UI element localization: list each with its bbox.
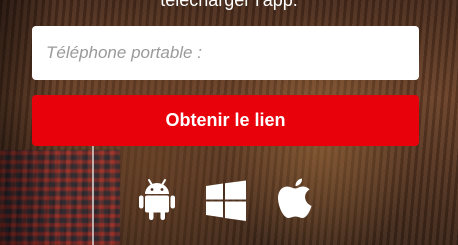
platform-links <box>0 178 458 222</box>
windows-icon[interactable] <box>205 180 247 224</box>
apple-icon[interactable] <box>276 178 314 222</box>
headline-text: télécharger l'app. <box>160 0 298 10</box>
get-link-button[interactable]: Obtenir le lien <box>32 95 419 146</box>
phone-input[interactable] <box>32 26 419 80</box>
android-icon[interactable] <box>138 178 176 222</box>
